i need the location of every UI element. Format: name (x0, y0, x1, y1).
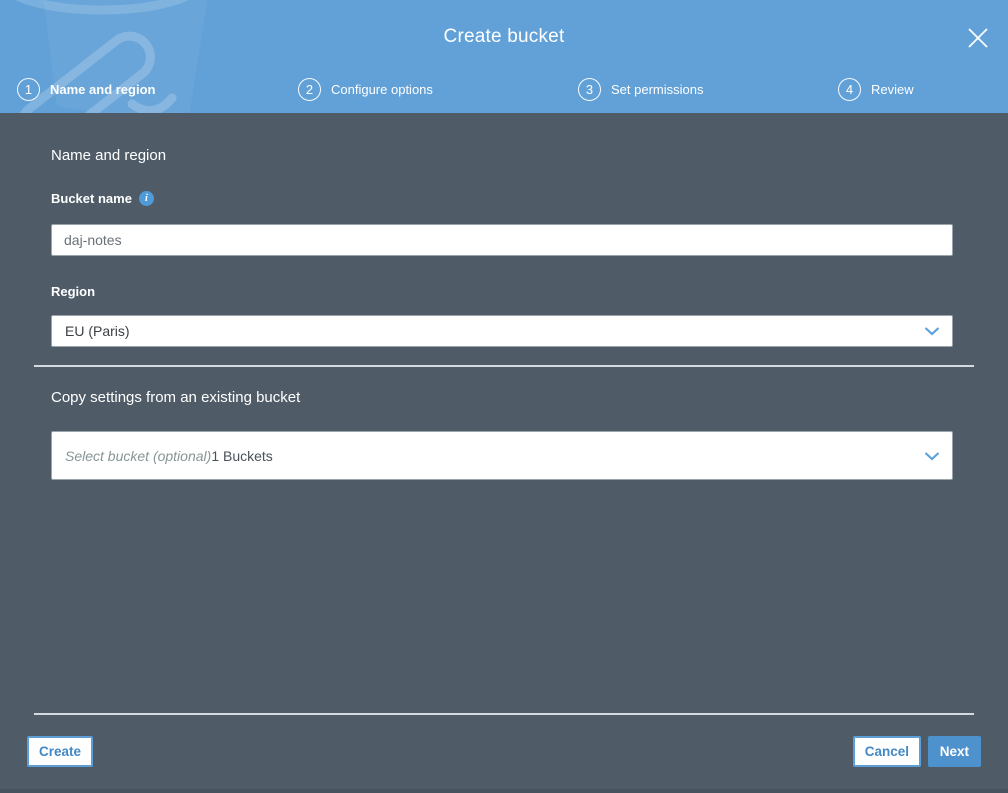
section-heading-name-region: Name and region (51, 147, 167, 164)
copy-bucket-select[interactable]: Select bucket (optional) 1 Buckets (51, 431, 953, 480)
bucket-name-input[interactable] (51, 224, 953, 256)
chevron-down-icon (924, 451, 940, 460)
buckets-count: 1 Buckets (211, 447, 273, 464)
close-icon[interactable] (964, 24, 992, 52)
step-number: 4 (838, 78, 861, 101)
region-select[interactable]: EU (Paris) (51, 315, 953, 347)
step-label: Configure options (331, 82, 433, 97)
section-heading-copy-settings: Copy settings from an existing bucket (51, 389, 301, 406)
step-review[interactable]: 4 Review (838, 78, 914, 101)
footer-divider (34, 713, 974, 715)
bucket-name-label: Bucket name i (51, 191, 154, 206)
chevron-down-icon (924, 327, 940, 336)
copy-bucket-placeholder: Select bucket (optional) (65, 447, 212, 464)
step-label: Review (871, 82, 914, 97)
cancel-button[interactable]: Cancel (852, 736, 921, 767)
step-name-and-region[interactable]: 1 Name and region (17, 78, 155, 101)
create-button[interactable]: Create (27, 736, 94, 767)
modal-bottom-edge (0, 789, 1008, 793)
region-label: Region (51, 284, 95, 299)
step-set-permissions[interactable]: 3 Set permissions (578, 78, 703, 101)
region-selected-value: EU (Paris) (65, 323, 130, 339)
next-button[interactable]: Next (927, 736, 981, 767)
modal-header: Create bucket 1 Name and region 2 Config… (0, 0, 1008, 113)
modal-body: Name and region Bucket name i Region EU … (0, 113, 1008, 793)
section-divider (34, 365, 974, 367)
step-configure-options[interactable]: 2 Configure options (298, 78, 433, 101)
info-icon[interactable]: i (138, 191, 154, 206)
page-title: Create bucket (443, 26, 565, 47)
region-label-text: Region (51, 284, 96, 299)
step-number: 3 (578, 78, 601, 101)
create-bucket-modal: Create bucket 1 Name and region 2 Config… (0, 0, 1008, 793)
step-number: 2 (298, 78, 321, 101)
step-label: Name and region (50, 82, 156, 97)
step-label: Set permissions (611, 82, 704, 97)
bucket-name-label-text: Bucket name (51, 191, 132, 206)
step-number: 1 (17, 78, 40, 101)
